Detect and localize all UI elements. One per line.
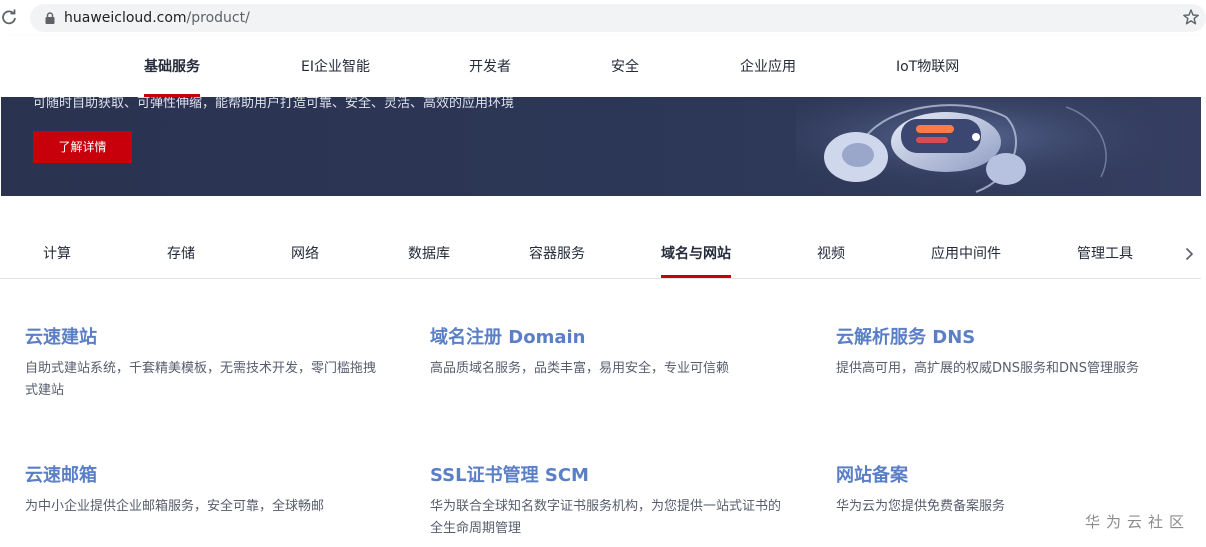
hero-banner: 可随时自助获取、可弹性伸缩，能帮助用户打造可靠、安全、灵活、高效的应用环境 了解… [1, 97, 1201, 196]
product-card: 云速邮箱 为中小企业提供企业邮箱服务，安全可靠，全球畅邮 [25, 465, 385, 518]
product-card: 网站备案 华为云为您提供免费备案服务 [836, 465, 1196, 518]
chevron-right-icon[interactable] [1180, 245, 1198, 263]
top-nav-item-developer[interactable]: 开发者 [469, 58, 511, 76]
top-nav-item-basic-services[interactable]: 基础服务 [144, 58, 200, 76]
product-description: 提供高可用，高扩展的权威DNS服务和DNS管理服务 [836, 361, 1139, 376]
product-card: 云速建站 自助式建站系统，千套精美模板，无需技术开发，零门槛拖拽式建站 [25, 327, 385, 402]
learn-more-button[interactable]: 了解详情 [33, 131, 132, 163]
product-description: 华为联合全球知名数字证书服务机构，为您提供一站式证书的全生命周期管理 [430, 499, 782, 536]
tab-container[interactable]: 容器服务 [529, 245, 585, 263]
url-text: huaweicloud.com/product/ [64, 9, 250, 27]
browser-toolbar: huaweicloud.com/product/ [0, 0, 1206, 36]
watermark: 华为云社区 [1085, 513, 1191, 531]
top-nav-item-ei[interactable]: EI企业智能 [301, 58, 370, 76]
top-nav-active-indicator [144, 94, 200, 97]
top-nav-item-enterprise-apps[interactable]: 企业应用 [740, 58, 796, 76]
product-title[interactable]: 云速建站 [25, 327, 385, 349]
tab-domain-website[interactable]: 域名与网站 [661, 245, 731, 263]
product-title[interactable]: 网站备案 [836, 465, 1196, 487]
product-card: SSL证书管理 SCM 华为联合全球知名数字证书服务机构，为您提供一站式证书的全… [430, 465, 790, 540]
top-nav-item-security[interactable]: 安全 [611, 58, 639, 76]
lock-icon [45, 12, 55, 24]
reload-icon[interactable] [0, 8, 18, 26]
product-title[interactable]: SSL证书管理 SCM [430, 465, 790, 487]
tab-video[interactable]: 视频 [817, 245, 845, 263]
product-description: 为中小企业提供企业邮箱服务，安全可靠，全球畅邮 [25, 499, 325, 514]
tab-database[interactable]: 数据库 [408, 245, 450, 263]
product-card: 云解析服务 DNS 提供高可用，高扩展的权威DNS服务和DNS管理服务 [836, 327, 1196, 380]
product-description: 自助式建站系统，千套精美模板，无需技术开发，零门槛拖拽式建站 [25, 361, 377, 398]
tab-network[interactable]: 网络 [291, 245, 319, 263]
product-title[interactable]: 域名注册 Domain [430, 327, 790, 349]
address-bar[interactable]: huaweicloud.com/product/ [30, 4, 1206, 32]
tab-middleware[interactable]: 应用中间件 [931, 245, 1001, 263]
bookmark-star-icon[interactable] [1182, 8, 1200, 26]
product-description: 高品质域名服务，品类丰富，易用安全，专业可信赖 [430, 361, 730, 376]
banner-description: 可随时自助获取、可弹性伸缩，能帮助用户打造可靠、安全、灵活、高效的应用环境 [33, 97, 515, 111]
product-card: 域名注册 Domain 高品质域名服务，品类丰富，易用安全，专业可信赖 [430, 327, 790, 380]
tab-management-tools[interactable]: 管理工具 [1077, 245, 1133, 263]
url-domain: huaweicloud.com [64, 10, 187, 26]
top-nav-item-iot[interactable]: IoT物联网 [896, 58, 959, 76]
top-nav: 基础服务 EI企业智能 开发者 安全 企业应用 IoT物联网 [0, 36, 1206, 97]
url-path: /product/ [186, 10, 250, 26]
banner-illustration [796, 97, 1201, 196]
tab-storage[interactable]: 存储 [167, 245, 195, 263]
product-title[interactable]: 云速邮箱 [25, 465, 385, 487]
product-title[interactable]: 云解析服务 DNS [836, 327, 1196, 349]
category-tabs: 计算 存储 网络 数据库 容器服务 域名与网站 视频 应用中间件 管理工具 [0, 226, 1201, 279]
tab-compute[interactable]: 计算 [43, 245, 71, 263]
tab-active-indicator [661, 275, 731, 278]
